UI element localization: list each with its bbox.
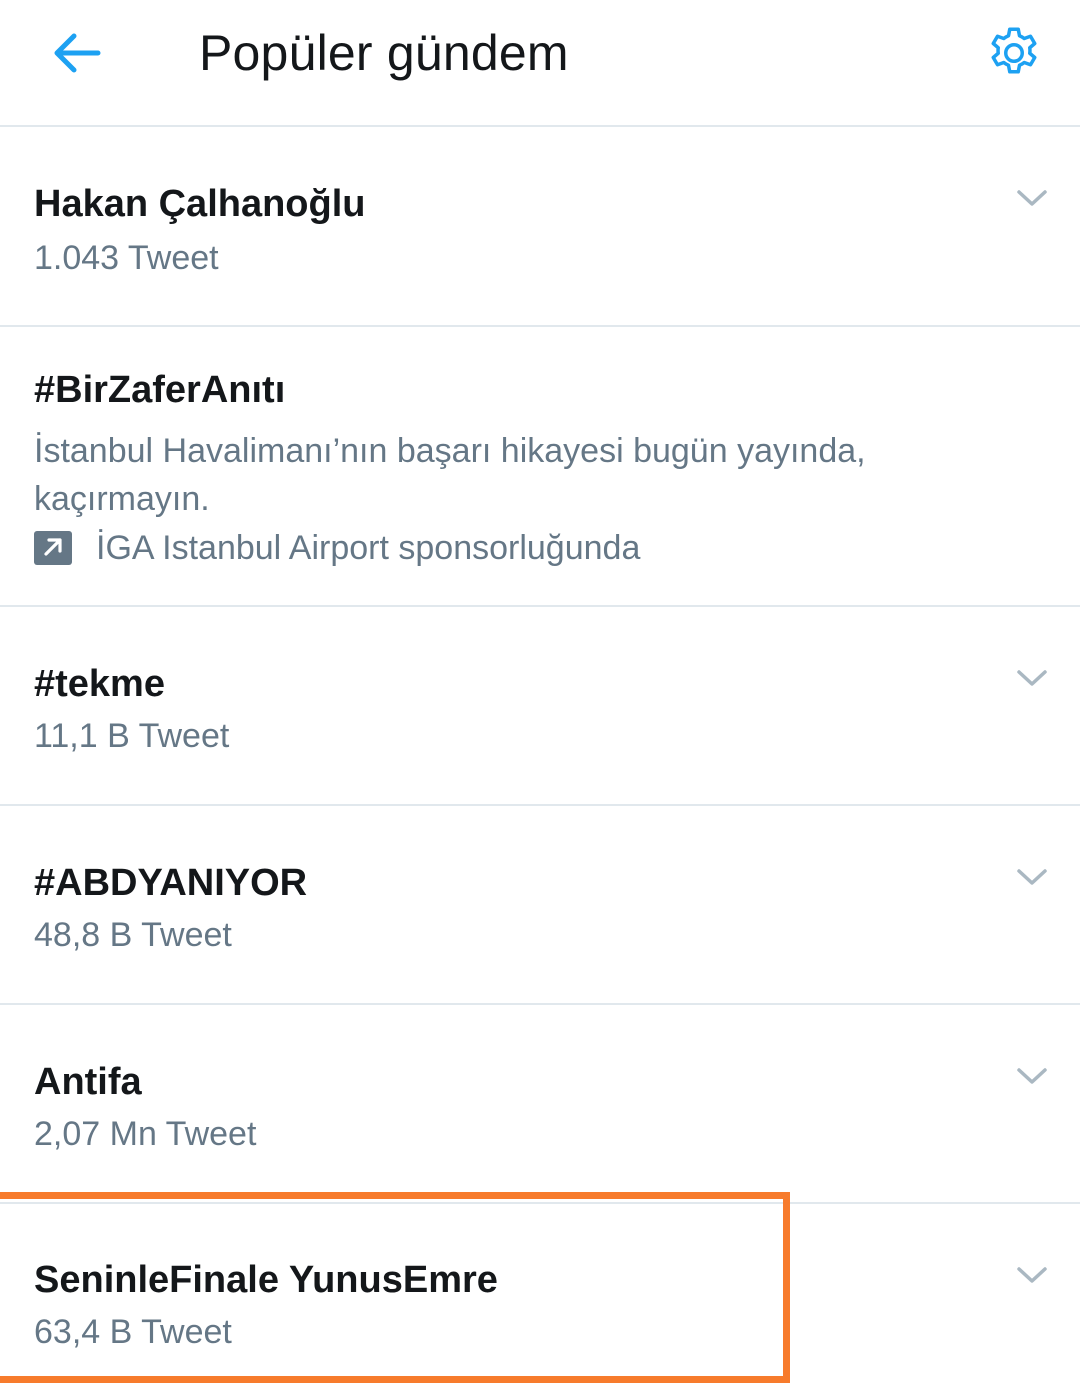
promoted-by-text: İGA Istanbul Airport sponsorluğunda — [96, 529, 641, 567]
tweet-count: 1.043 Tweet — [34, 239, 219, 277]
trend-item[interactable]: Hakan Çalhanoğlu 1.043 Tweet — [0, 127, 1080, 327]
trend-options-button[interactable] — [1012, 663, 1052, 693]
trend-name: #tekme — [34, 663, 165, 705]
tweet-count: 2,07 Mn Tweet — [34, 1115, 257, 1153]
trend-name: #BirZaferAnıtı — [34, 369, 286, 411]
gear-icon — [991, 27, 1037, 74]
chevron-down-icon — [1017, 1267, 1047, 1283]
settings-button[interactable] — [980, 20, 1048, 86]
trend-name: Antifa — [34, 1061, 142, 1103]
arrow-left-icon — [54, 33, 101, 73]
promoted-by-line: İGA Istanbul Airport sponsorluğunda — [34, 525, 640, 571]
tweet-count: 11,1 B Tweet — [34, 717, 230, 755]
trend-name: Hakan Çalhanoğlu — [34, 183, 366, 225]
tweet-count: 63,4 B Tweet — [34, 1313, 232, 1351]
back-button[interactable] — [46, 22, 108, 84]
chevron-down-icon — [1017, 670, 1047, 686]
tweet-count: 48,8 B Tweet — [34, 916, 232, 954]
trend-item[interactable]: #ABDYANIYOR 48,8 B Tweet — [0, 806, 1080, 1005]
chevron-down-icon — [1017, 1068, 1047, 1084]
trend-item[interactable]: Antifa 2,07 Mn Tweet — [0, 1005, 1080, 1204]
chevron-down-icon — [1017, 190, 1047, 206]
page-title: Popüler gündem — [199, 25, 569, 81]
trend-item[interactable]: #tekme 11,1 B Tweet — [0, 607, 1080, 806]
trend-options-button[interactable] — [1012, 862, 1052, 892]
chevron-down-icon — [1017, 869, 1047, 885]
trend-options-button[interactable] — [1012, 1061, 1052, 1091]
promoted-description: İstanbul Havalimanı’nın başarı hikayesi … — [34, 432, 866, 518]
promoted-trend-item[interactable]: #BirZaferAnıtı İstanbul Havalimanı’nın b… — [0, 327, 1080, 607]
trend-options-button[interactable] — [1012, 1260, 1052, 1290]
trend-item[interactable]: SeninleFinale YunusEmre 63,4 B Tweet — [0, 1204, 1080, 1386]
trend-name: SeninleFinale YunusEmre — [34, 1259, 498, 1301]
trend-options-button[interactable] — [1012, 183, 1052, 213]
trend-name: #ABDYANIYOR — [34, 862, 308, 904]
top-app-bar: Popüler gündem — [0, 0, 1080, 127]
promoted-arrow-icon — [34, 531, 72, 565]
